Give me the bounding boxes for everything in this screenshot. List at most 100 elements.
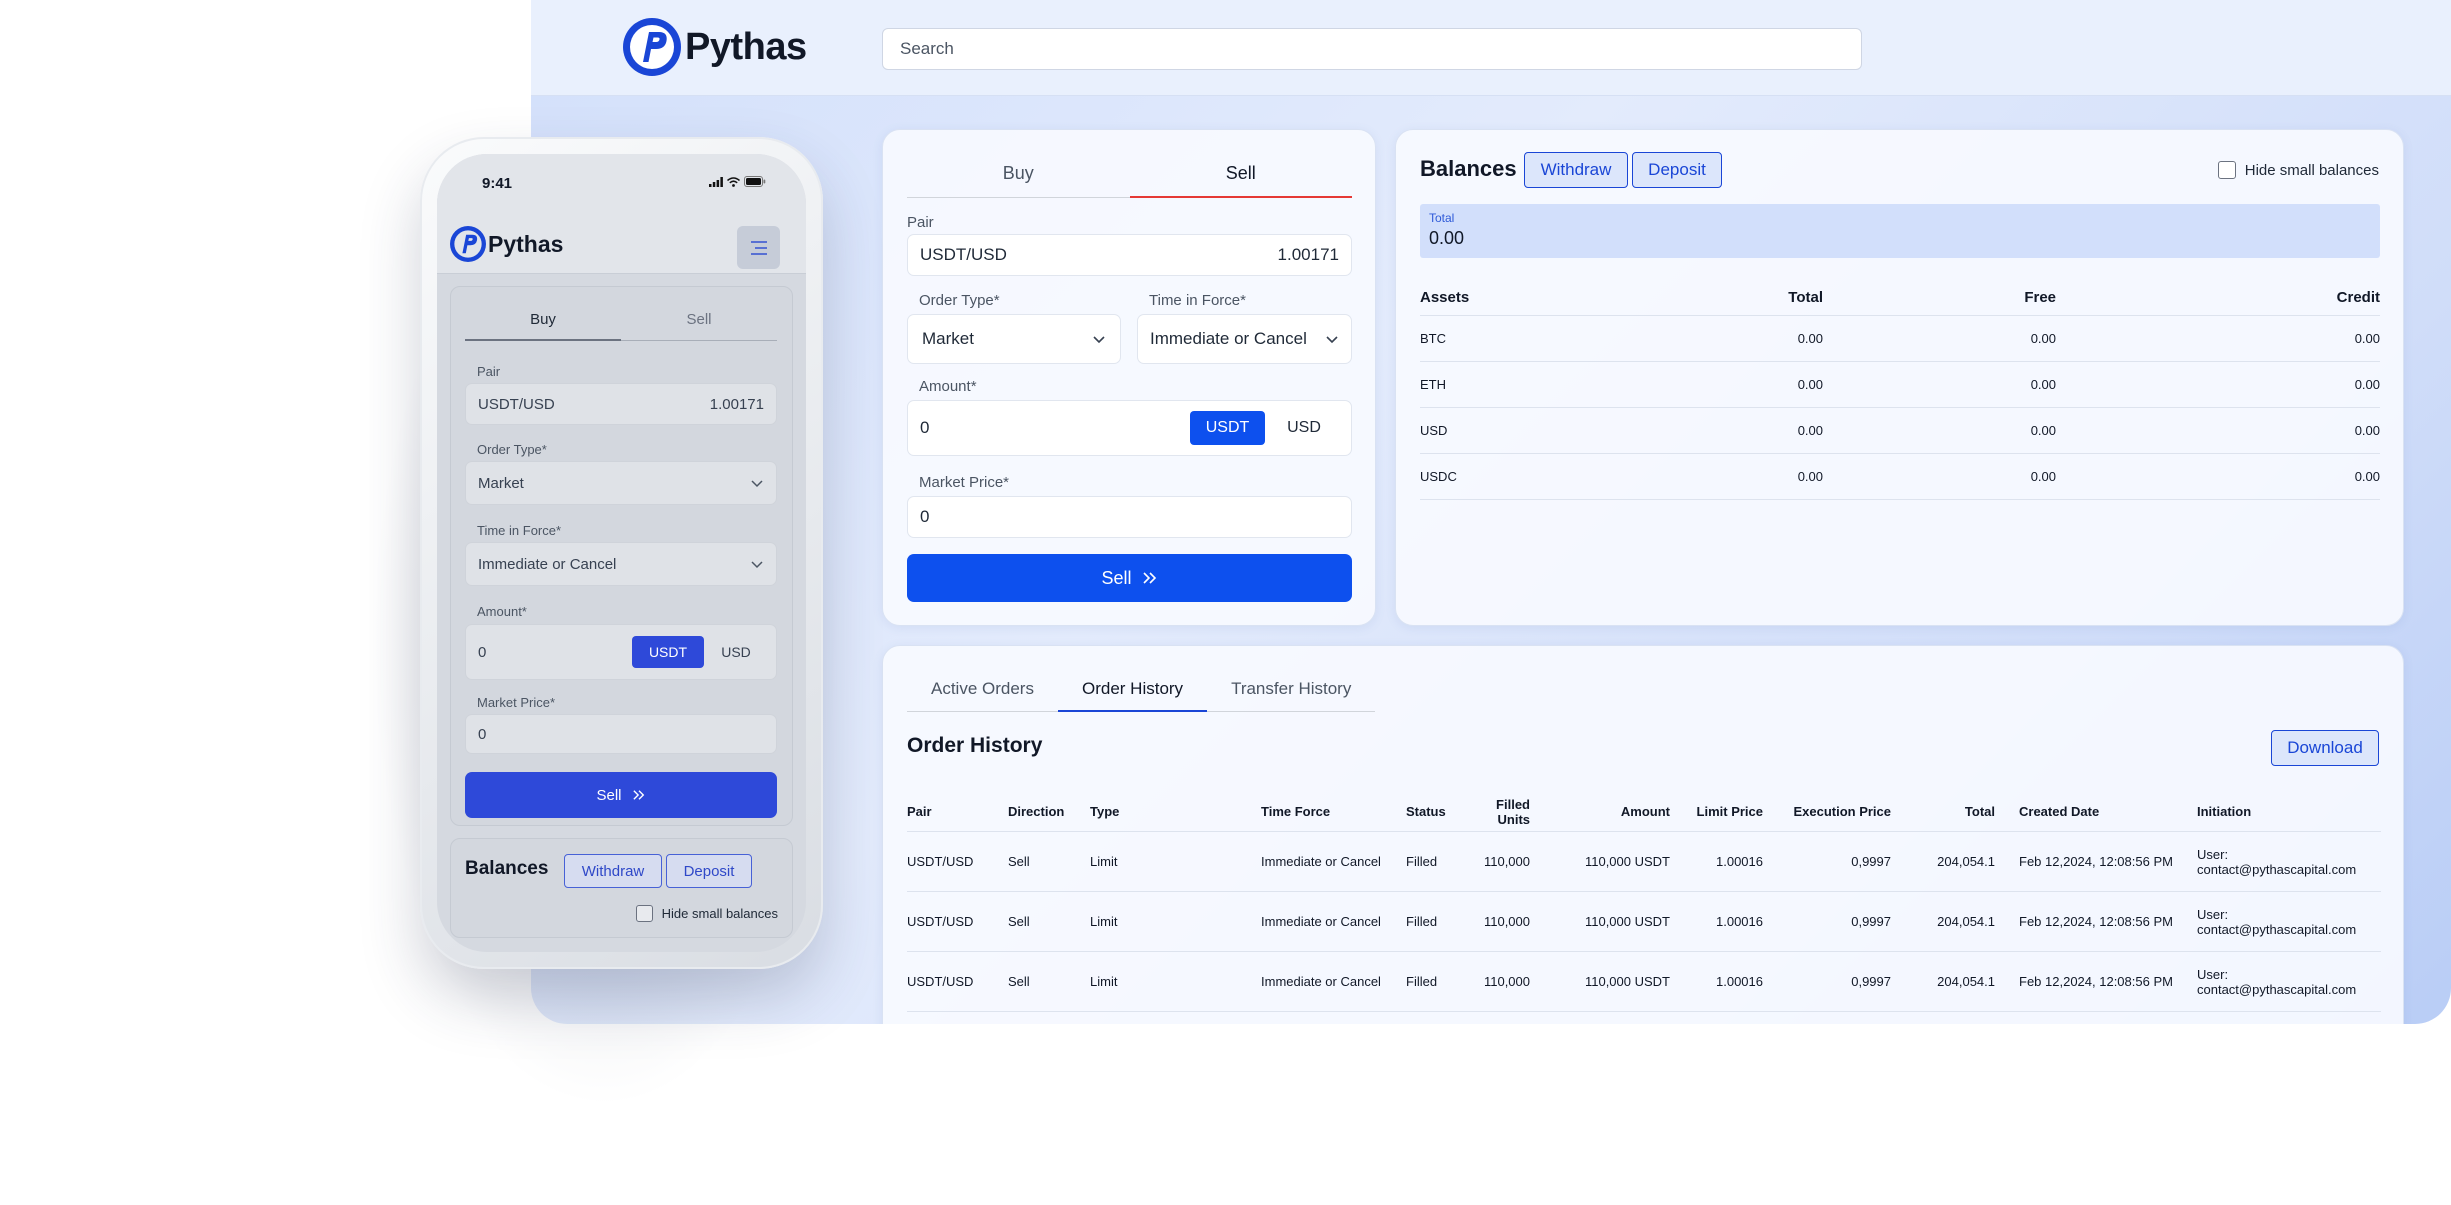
asset-free: 0.00 bbox=[2030, 331, 2056, 346]
brand-name: Pythas bbox=[488, 230, 564, 257]
order-type-label: Order Type* bbox=[919, 292, 1000, 309]
tif-select[interactable]: Immediate or Cancel bbox=[465, 542, 777, 586]
tab-buy[interactable]: Buy bbox=[907, 160, 1130, 197]
sell-button[interactable]: Sell bbox=[907, 554, 1352, 602]
order-type-label: Order Type* bbox=[477, 442, 547, 457]
sell-button[interactable]: Sell bbox=[465, 772, 777, 818]
brand-logo[interactable]: Pythas bbox=[623, 18, 807, 76]
tif-value: Immediate or Cancel bbox=[478, 555, 617, 573]
cell-pair: USDT/USD bbox=[907, 974, 974, 989]
market-price-field[interactable]: 0 bbox=[465, 714, 777, 754]
checkbox[interactable] bbox=[2217, 161, 2236, 179]
withdraw-button[interactable]: Withdraw bbox=[1524, 152, 1628, 188]
tab-order-history[interactable]: Order History bbox=[1057, 676, 1208, 712]
cell-initiation: User: contact@pythascapital.com bbox=[2197, 966, 2357, 997]
hide-small-balances-toggle[interactable]: Hide small balances bbox=[2217, 161, 2379, 179]
order-type-select[interactable]: Market bbox=[465, 461, 777, 505]
asset-name: ETH bbox=[1420, 377, 1446, 392]
tab-transfer-history[interactable]: Transfer History bbox=[1207, 676, 1375, 711]
deposit-button[interactable]: Deposit bbox=[666, 854, 752, 888]
table-row[interactable]: USDC 0.00 0.00 0.00 bbox=[1420, 454, 2380, 500]
hide-small-balances-toggle[interactable]: Hide small balances bbox=[635, 905, 778, 922]
total-value: 0.00 bbox=[1429, 228, 1465, 248]
chevron-down-icon bbox=[751, 480, 763, 488]
double-chevron-right-icon bbox=[632, 790, 644, 800]
asset-credit: 0.00 bbox=[2354, 377, 2380, 392]
table-row[interactable]: BTC 0.00 0.00 0.00 bbox=[1420, 316, 2380, 362]
trade-panel: Buy Sell Pair USDT/USD 1.00171 Order Typ… bbox=[882, 129, 1376, 626]
logo-icon bbox=[450, 226, 486, 262]
table-header: Assets Total Free Credit bbox=[1420, 280, 2380, 316]
trade-tabs: Buy Sell bbox=[465, 305, 777, 341]
checkbox[interactable] bbox=[635, 905, 653, 922]
currency-usdt-button[interactable]: USDT bbox=[632, 636, 704, 668]
brand-name: Pythas bbox=[685, 25, 807, 68]
table-row[interactable]: USDT/USD Sell Limit Immediate or Cancel … bbox=[907, 832, 2381, 892]
download-button[interactable]: Download bbox=[2271, 730, 2379, 766]
table-row[interactable]: USDT/USD Sell Limit Immediate or Cancel … bbox=[907, 892, 2381, 952]
market-price-label: Market Price* bbox=[477, 695, 556, 710]
cell-time-force: Immediate or Cancel bbox=[1261, 854, 1381, 869]
pair-label: Pair bbox=[477, 364, 501, 379]
currency-usd-button[interactable]: USD bbox=[708, 636, 764, 668]
cell-amount: 110,000 USDT bbox=[1584, 854, 1670, 869]
column-header: Initiation bbox=[2197, 804, 2252, 819]
mobile-header: Pythas bbox=[437, 214, 806, 274]
deposit-button[interactable]: Deposit bbox=[1632, 152, 1722, 188]
asset-free: 0.00 bbox=[2030, 469, 2056, 484]
amount-field[interactable]: 0 USDT USD bbox=[907, 400, 1352, 456]
tab-active-orders[interactable]: Active Orders bbox=[907, 676, 1058, 711]
amount-field[interactable]: 0 USDT USD bbox=[465, 624, 777, 680]
cell-total: 204,054.1 bbox=[1937, 974, 1995, 989]
cell-direction: Sell bbox=[1008, 974, 1030, 989]
currency-usd-button[interactable]: USD bbox=[1269, 411, 1339, 445]
amount-label: Amount* bbox=[477, 604, 527, 619]
pair-field[interactable]: USDT/USD 1.00171 bbox=[907, 234, 1352, 276]
asset-free: 0.00 bbox=[2030, 377, 2056, 392]
table-row[interactable]: USD 0.00 0.00 0.00 bbox=[1420, 408, 2380, 454]
market-price-field[interactable]: 0 bbox=[907, 496, 1352, 538]
history-title: Order History bbox=[907, 734, 1043, 757]
cell-limit-price: 1.00016 bbox=[1716, 914, 1763, 929]
top-bar: Pythas Search bbox=[531, 0, 2451, 96]
brand-logo[interactable]: Pythas bbox=[450, 226, 563, 262]
tab-sell[interactable]: Sell bbox=[621, 305, 777, 340]
status-time: 9:41 bbox=[482, 175, 513, 192]
withdraw-button[interactable]: Withdraw bbox=[564, 854, 662, 888]
phone-screen: 9:41 Pythas Buy Sell Pair USDT/USD 1.001… bbox=[437, 154, 806, 952]
pair-price: 1.00171 bbox=[709, 395, 764, 413]
cell-amount: 110,000 USDT bbox=[1584, 914, 1670, 929]
asset-name: BTC bbox=[1420, 331, 1446, 346]
asset-name: USDC bbox=[1420, 469, 1457, 484]
menu-icon bbox=[750, 240, 767, 255]
asset-name: USD bbox=[1420, 423, 1448, 438]
cell-pair: USDT/USD bbox=[907, 914, 974, 929]
tab-buy[interactable]: Buy bbox=[465, 305, 621, 341]
tif-select[interactable]: Immediate or Cancel bbox=[1137, 314, 1352, 364]
cell-limit-price: 1.00016 bbox=[1716, 974, 1763, 989]
balances-title: Balances bbox=[1420, 156, 1517, 181]
sell-button-label: Sell bbox=[1101, 567, 1132, 588]
tif-value: Immediate or Cancel bbox=[1150, 329, 1307, 348]
currency-toggle: USDT USD bbox=[632, 636, 764, 668]
column-header: Time Force bbox=[1261, 804, 1331, 819]
table-row[interactable]: USDT/USD Sell Limit Immediate or Cancel … bbox=[907, 952, 2381, 1012]
history-tabs: Active Orders Order History Transfer His… bbox=[907, 676, 1376, 712]
cell-time-force: Immediate or Cancel bbox=[1261, 974, 1381, 989]
signal-icon bbox=[709, 176, 723, 187]
currency-usdt-button[interactable]: USDT bbox=[1190, 411, 1265, 445]
tab-sell[interactable]: Sell bbox=[1129, 160, 1353, 198]
asset-credit: 0.00 bbox=[2354, 423, 2380, 438]
hide-small-balances-label: Hide small balances bbox=[661, 906, 778, 921]
menu-button[interactable] bbox=[737, 226, 780, 269]
pair-field[interactable]: USDT/USD 1.00171 bbox=[465, 383, 777, 425]
order-type-select[interactable]: Market bbox=[907, 314, 1121, 364]
column-header: Created Date bbox=[2019, 804, 2100, 819]
cell-execution-price: 0,9997 bbox=[1851, 854, 1891, 869]
cell-direction: Sell bbox=[1008, 854, 1030, 869]
search-input[interactable]: Search bbox=[882, 28, 1862, 70]
asset-free: 0.00 bbox=[2030, 423, 2056, 438]
cell-initiation: User: contact@pythascapital.com bbox=[2197, 906, 2357, 937]
table-row[interactable]: ETH 0.00 0.00 0.00 bbox=[1420, 362, 2380, 408]
cell-filled-units: 110,000 bbox=[1483, 974, 1530, 989]
